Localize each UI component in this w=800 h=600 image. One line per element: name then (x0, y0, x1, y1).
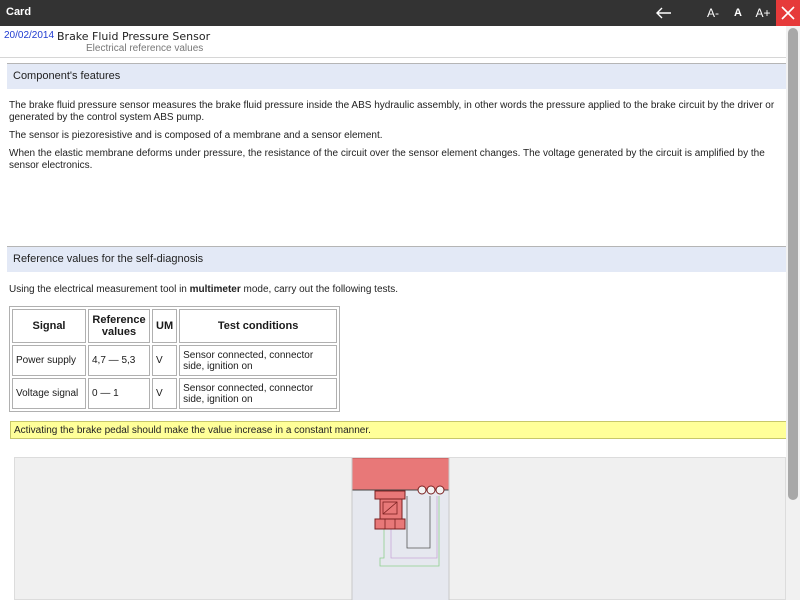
features-paragraph-2: The sensor is piezoresistive and is comp… (9, 130, 383, 141)
column-header: UM (152, 309, 178, 343)
section-title: Component's features (13, 70, 121, 82)
table-cell: 0 — 1 (88, 378, 150, 409)
column-header: Signal (12, 309, 86, 343)
section-header-reference: Reference values for the self-diagnosis (7, 246, 786, 272)
close-button[interactable] (776, 0, 800, 26)
reference-values-table: Signal Reference values UM Test conditio… (9, 306, 341, 412)
column-header: Test conditions (179, 309, 338, 343)
intro-text: mode, carry out the following tests. (240, 284, 399, 295)
arrow-left-icon (656, 7, 671, 19)
font-decrease-button[interactable]: A- (702, 0, 724, 26)
table-row: Power supply 4,7 — 5,3 V Sensor connecte… (12, 345, 338, 376)
table-cell: 4,7 — 5,3 (88, 345, 150, 376)
header-divider (0, 57, 786, 58)
font-increase-button[interactable]: A+ (752, 0, 774, 26)
window-titlebar: Card A- A A+ (0, 0, 800, 26)
section-title: Reference values for the self-diagnosis (13, 253, 204, 265)
table-cell: Sensor connected, connector side, igniti… (179, 378, 338, 409)
wiring-diagram (14, 457, 786, 600)
vertical-scrollbar[interactable] (786, 26, 800, 600)
table-header-row: Signal Reference values UM Test conditio… (12, 309, 338, 343)
features-paragraph-1: The brake fluid pressure sensor measures… (9, 100, 775, 123)
table-cell: V (152, 378, 178, 409)
card-title: Brake Fluid Pressure Sensor (57, 30, 211, 43)
table-cell: Power supply (12, 345, 86, 376)
table-cell: V (152, 345, 178, 376)
window-title: Card (6, 6, 32, 18)
sensor-diagram (351, 457, 450, 600)
card-subtitle: Electrical reference values (86, 43, 204, 54)
intro-mode: multimeter (189, 284, 241, 295)
back-button[interactable] (652, 0, 676, 26)
table-cell: Voltage signal (12, 378, 86, 409)
card-content[interactable]: 20/02/2014 Brake Fluid Pressure Sensor E… (0, 26, 786, 600)
intro-text: Using the electrical measurement tool in (9, 284, 190, 295)
hint-note: Activating the brake pedal should make t… (10, 421, 786, 439)
card-date[interactable]: 20/02/2014 (4, 30, 54, 41)
close-icon (781, 6, 795, 20)
diagnosis-intro: Using the electrical measurement tool in… (9, 284, 779, 296)
column-header: Reference values (88, 309, 150, 343)
table-cell: Sensor connected, connector side, igniti… (179, 345, 338, 376)
font-reset-button[interactable]: A (728, 0, 748, 26)
section-header-features: Component's features (7, 63, 786, 89)
scrollbar-thumb[interactable] (788, 28, 798, 500)
features-paragraph-3: When the elastic membrane deforms under … (9, 148, 765, 171)
table-row: Voltage signal 0 — 1 V Sensor connected,… (12, 378, 338, 409)
